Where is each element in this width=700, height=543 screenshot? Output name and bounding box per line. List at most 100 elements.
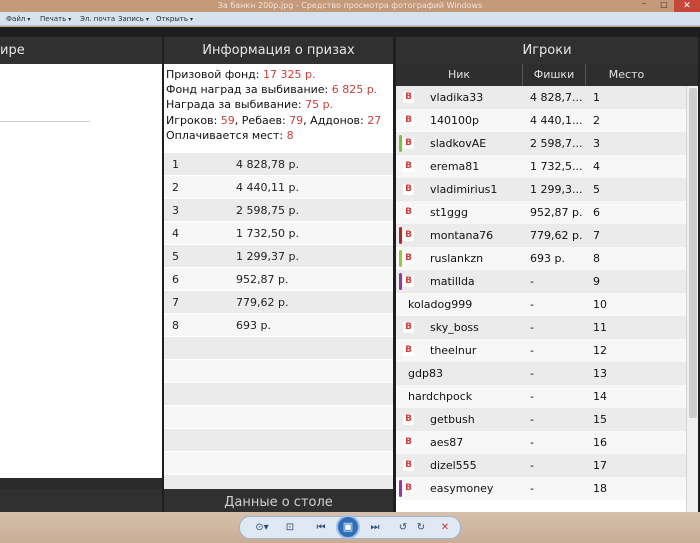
player-row[interactable]: Bgetbush - 15 (396, 408, 686, 431)
player-place: 12 (593, 344, 607, 357)
column-nick[interactable]: Ник (396, 64, 523, 86)
toolbar-group: ⊙▾ ⊡ ⏮ ▣ ⏭ ↺ ↻ ✕ (239, 515, 461, 539)
players-panel-header: Игроки (396, 37, 698, 64)
zoom-icon[interactable]: ⊙▾ (250, 519, 274, 536)
player-nick: easymoney (430, 482, 494, 495)
menu-open[interactable]: Открыть ▾ (156, 12, 193, 26)
player-row[interactable]: Beasymoney - 18 (396, 477, 686, 500)
player-row[interactable]: koladog999 - 10 (396, 293, 686, 316)
player-row[interactable]: Bmontana76 779,62 р. 7 (396, 224, 686, 247)
player-nick: getbush (430, 413, 475, 426)
players-list: Bvladika33 4 828,7... 1 B 140100p 4 440,1... 2… (396, 86, 686, 517)
prize-amount: 952,87 р. (236, 273, 289, 286)
ko-reward-line: Награда за выбивание: 75 р. (166, 97, 393, 112)
player-chips: 952,87 р. (530, 206, 583, 219)
player-place: 11 (593, 321, 607, 334)
player-row[interactable]: Baes87 - 16 (396, 431, 686, 454)
player-nick: vladimirius1 (430, 183, 498, 196)
player-row[interactable]: Berema81 1 732,5... 4 (396, 155, 686, 178)
menu-print[interactable]: Печать ▾ (40, 12, 71, 26)
prize-position: 2 (172, 181, 179, 194)
rotate-right-icon[interactable]: ↻ (414, 519, 428, 536)
prize-position: 4 (172, 227, 179, 240)
player-row[interactable]: gdp83 - 13 (396, 362, 686, 385)
bounty-badge-icon: B (403, 115, 414, 126)
prize-amount: 4 440,11 р. (236, 181, 299, 194)
prize-position: 5 (172, 250, 179, 263)
prize-fund-value: 17 325 р. (262, 68, 316, 81)
player-row[interactable]: BsladkovAE 2 598,7... 3 (396, 132, 686, 155)
player-row[interactable]: hardchpock - 14 (396, 385, 686, 408)
window-titlebar: За банкн 200р.jpg - Средство просмотра ф… (0, 0, 700, 12)
fit-icon[interactable]: ⊡ (282, 519, 298, 536)
player-row[interactable]: Btheelnur - 12 (396, 339, 686, 362)
player-nick: sky_boss (430, 321, 479, 334)
player-nick: vladika33 (430, 91, 484, 104)
prize-row: 3 2 598,75 р. (164, 199, 393, 222)
player-nick: matillda (430, 275, 475, 288)
player-chips: - (530, 482, 534, 495)
player-place: 2 (593, 114, 600, 127)
column-place[interactable]: Место (586, 64, 667, 86)
prize-row: 2 4 440,11 р. (164, 176, 393, 199)
bounty-badge-icon: B (403, 276, 414, 287)
player-row[interactable]: Bmatillda - 9 (396, 270, 686, 293)
player-chips: 693 р. (530, 252, 565, 265)
players-panel: Игроки Ник Фишки Место Bvladika33 4 828,7… (396, 37, 698, 517)
player-row[interactable]: Bruslankzn 693 р. 8 (396, 247, 686, 270)
menu-file-label: Файл (6, 15, 26, 23)
maximize-button[interactable]: □ (654, 0, 674, 10)
divider (0, 121, 90, 122)
previous-icon[interactable]: ⏮ (312, 519, 330, 536)
player-row[interactable]: Bsky_boss - 11 (396, 316, 686, 339)
player-chips: - (530, 459, 534, 472)
player-row[interactable]: Bst1ggg 952,87 р. 6 (396, 201, 686, 224)
players-column-headers: Ник Фишки Место (396, 64, 698, 86)
chevron-down-icon: ▾ (27, 16, 31, 23)
players-value: 59 (220, 113, 235, 127)
ko-fund-value: 6 825 р. (331, 83, 378, 97)
viewer-toolbar: ⊙▾ ⊡ ⏮ ▣ ⏭ ↺ ↻ ✕ (0, 512, 700, 543)
prize-row-empty (164, 360, 393, 383)
tourney-body (0, 64, 162, 478)
player-row[interactable]: B 140100p 4 440,1... 2 (396, 109, 686, 132)
paid-places-value: 8 (286, 128, 294, 142)
slideshow-icon[interactable]: ▣ (336, 515, 360, 539)
prize-info: Призовой фонд: 17 325 р. Фонд наград за … (164, 64, 393, 153)
prize-row: 6 952,87 р. (164, 268, 393, 291)
player-nick: 140100p (430, 114, 479, 127)
menu-burn[interactable]: Запись ▾ (118, 12, 149, 26)
close-button[interactable]: ✕ (674, 0, 700, 12)
player-row[interactable]: Bdizel555 - 17 (396, 454, 686, 477)
bounty-badge-icon: B (403, 460, 414, 471)
bounty-badge-icon: B (403, 253, 414, 264)
scrollbar-thumb[interactable] (689, 88, 697, 418)
tourney-panel-title: ире (0, 43, 25, 58)
player-nick: erema81 (430, 160, 480, 173)
next-icon[interactable]: ⏭ (366, 519, 384, 536)
player-row[interactable]: Bvladika33 4 828,7... 1 (396, 86, 686, 109)
player-tag-stripe (399, 250, 402, 267)
bounty-badge-icon: B (403, 483, 414, 494)
chevron-down-icon: ▾ (190, 16, 194, 23)
player-tag-stripe (399, 135, 402, 152)
player-place: 9 (593, 275, 600, 288)
prize-fund-line: Призовой фонд: 17 325 р. (166, 67, 393, 82)
player-row[interactable]: Bvladimirius1 1 299,3... 5 (396, 178, 686, 201)
delete-icon[interactable]: ✕ (438, 519, 452, 536)
minimize-button[interactable]: – (634, 0, 654, 10)
player-nick: aes87 (430, 436, 464, 449)
column-chips[interactable]: Фишки (523, 64, 586, 86)
players-scrollbar[interactable] (686, 86, 698, 517)
player-nick: theelnur (430, 344, 477, 357)
ko-reward-value: 75 р. (305, 98, 334, 112)
menu-open-label: Открыть (156, 15, 188, 23)
rotate-left-icon[interactable]: ↺ (396, 519, 410, 536)
ko-reward-label: Награда за выбивание: (166, 98, 302, 112)
player-place: 1 (593, 91, 600, 104)
menu-file[interactable]: Файл ▾ (6, 12, 30, 26)
menu-email[interactable]: Эл. почта (80, 12, 115, 26)
player-nick: gdp83 (408, 367, 443, 380)
bounty-badge-icon: B (403, 207, 414, 218)
player-nick: st1ggg (430, 206, 468, 219)
